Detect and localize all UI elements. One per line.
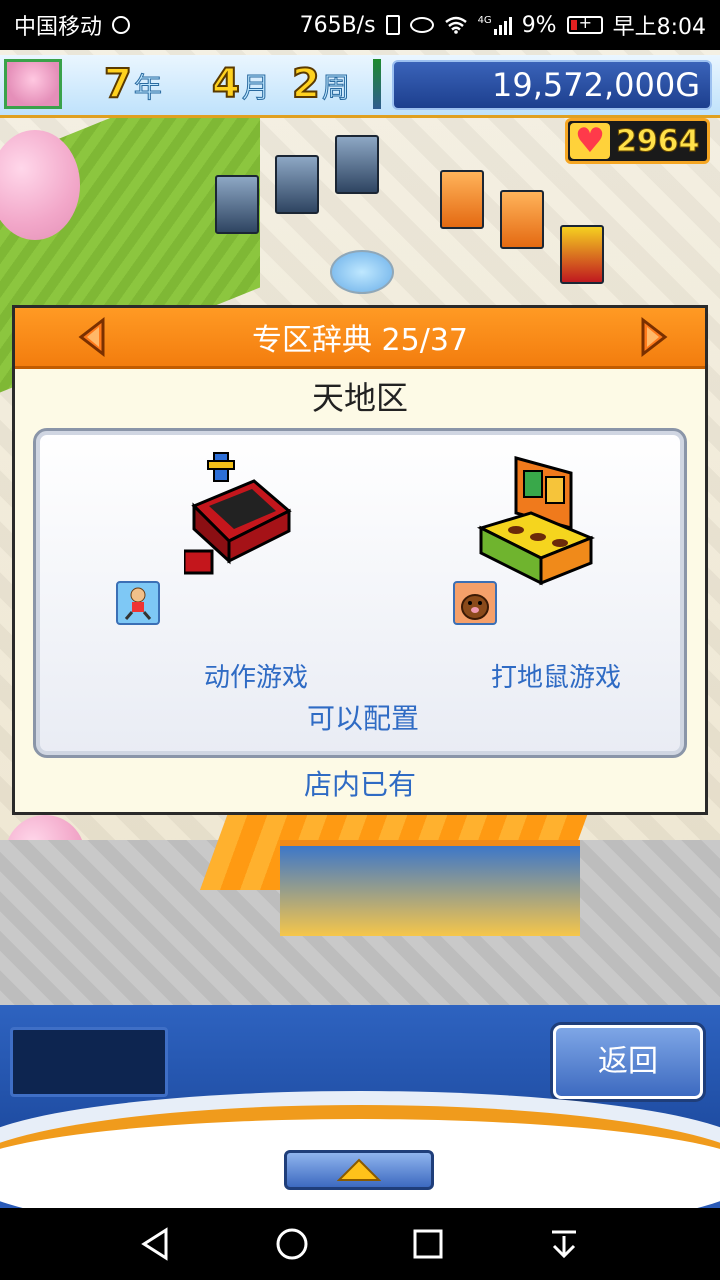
mole-icon	[453, 581, 497, 625]
network-type: 4G	[477, 15, 492, 26]
status-bar: 中国移动 765B/s 4G 9% 早上8:04	[0, 0, 720, 50]
arcade-machine	[560, 225, 604, 284]
zone-item-whack-a-mole[interactable]: 打地鼠游戏	[416, 451, 696, 693]
placement-status: 可以配置	[306, 702, 419, 735]
ownership-status: 店内已有	[303, 768, 416, 801]
recents-square-icon[interactable]	[410, 1226, 446, 1262]
arcade-machine	[215, 175, 259, 234]
zone-dictionary-dialog: 专区辞典 25/37 天地区 动作游戏 打地鼠游戏 可以配置 店内已有	[12, 305, 708, 815]
notification-pull-icon[interactable]	[546, 1226, 582, 1262]
season-thumbnail-icon[interactable]	[4, 59, 62, 109]
top-hud: 7 年 4 月 2 周 19,572,000G	[0, 55, 720, 118]
wifi-icon	[444, 16, 467, 34]
item-label: 动作游戏	[203, 663, 308, 693]
vibrate-icon	[385, 15, 400, 35]
bottom-panel: 返回	[0, 1005, 720, 1239]
arcade-machine	[500, 190, 544, 249]
network-speed: 765B/s	[299, 12, 376, 38]
expand-menu-button[interactable]	[284, 1150, 434, 1190]
back-triangle-icon[interactable]	[138, 1226, 174, 1262]
date-month: 4 月	[211, 60, 270, 109]
back-button[interactable]: 返回	[553, 1025, 703, 1099]
item-label: 打地鼠游戏	[490, 663, 621, 693]
arcade-machine	[335, 135, 379, 194]
store-front	[280, 840, 580, 936]
info-slot	[10, 1027, 168, 1097]
hearts-count: 2964	[616, 123, 700, 159]
arcade-machine	[275, 155, 319, 214]
carrier-name: 中国移动	[14, 15, 103, 40]
clock-icon	[112, 16, 131, 34]
running-kid-icon	[116, 581, 160, 625]
zone-item-action-game[interactable]: 动作游戏	[116, 451, 396, 693]
date-week: 2 周	[291, 60, 350, 109]
signal-icon: 4G	[478, 15, 512, 35]
month-number: 4	[211, 60, 241, 108]
battery-icon	[566, 13, 603, 34]
eye-comfort-icon	[409, 17, 434, 33]
month-unit: 月	[241, 71, 270, 105]
heart-icon: ♥	[570, 123, 610, 159]
fountain	[330, 250, 394, 294]
week-unit: 周	[321, 71, 350, 105]
zone-items-panel: 动作游戏 打地鼠游戏 可以配置	[33, 428, 687, 758]
battery-percent: 9%	[521, 12, 557, 38]
prev-arrow-icon[interactable]	[73, 316, 113, 358]
status-time: 早上8:04	[612, 15, 706, 40]
hud-divider	[373, 59, 381, 109]
year-number: 7	[103, 60, 133, 108]
zone-name: 天地区	[311, 379, 408, 417]
triangle-up-icon	[337, 1158, 381, 1181]
whack-a-mole-machine-icon	[476, 456, 595, 586]
android-nav-bar	[0, 1208, 720, 1280]
date-year: 7 年	[103, 60, 162, 109]
action-game-cabinet-icon	[184, 452, 292, 575]
hearts-counter: ♥ 2964	[565, 118, 710, 164]
arcade-machine	[440, 170, 484, 229]
home-circle-icon[interactable]	[274, 1226, 310, 1262]
year-unit: 年	[133, 71, 162, 105]
dialog-header: 专区辞典 25/37	[15, 308, 705, 369]
money-display: 19,572,000G	[392, 60, 712, 110]
week-number: 2	[291, 60, 321, 108]
dialog-title: 专区辞典 25/37	[252, 323, 468, 358]
next-arrow-icon[interactable]	[633, 316, 673, 358]
